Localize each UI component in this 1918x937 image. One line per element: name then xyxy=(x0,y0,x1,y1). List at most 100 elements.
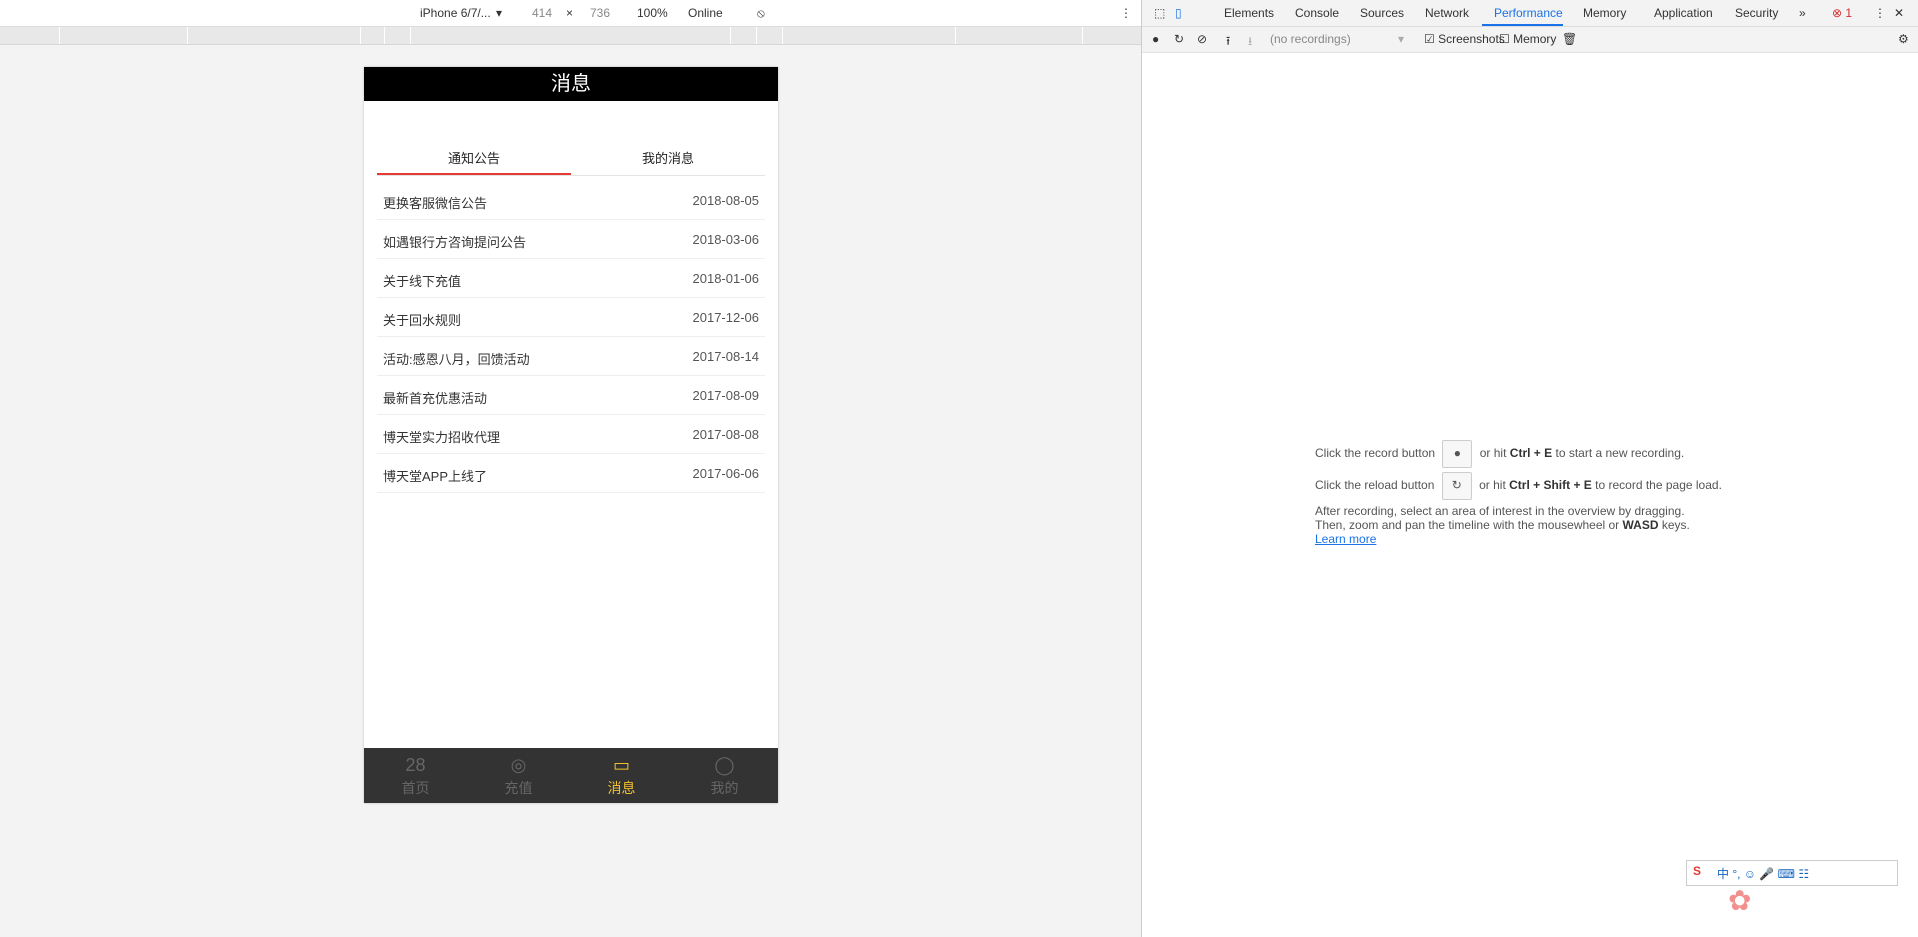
item-title: 博天堂APP上线了 xyxy=(383,469,488,484)
tab-bar: 通知公告 我的消息 xyxy=(377,145,765,176)
chevron-down-icon[interactable]: ▾ xyxy=(1398,32,1404,46)
nav-home[interactable]: 28 首页 xyxy=(364,754,467,798)
gear-icon[interactable]: ⚙ xyxy=(1898,32,1909,46)
instruction-text: Click the reload button xyxy=(1315,478,1435,493)
more-options-icon[interactable]: ⋮ xyxy=(1874,6,1886,20)
ime-toolbar[interactable]: S 中 °, ☺ 🎤 ⌨ ☷ xyxy=(1686,860,1898,886)
record-icon[interactable]: ● xyxy=(1152,32,1159,46)
device-toggle-icon[interactable]: ▯ xyxy=(1175,6,1182,20)
ime-mode-icon[interactable]: 中 °, ☺ 🎤 ⌨ ☷ xyxy=(1717,865,1809,882)
performance-toolbar: ● ↻ ⊘ ⭱ ⭳ (no recordings) ▾ ☑ Screenshot… xyxy=(1142,27,1918,53)
item-date: 2017-12-06 xyxy=(692,310,760,325)
ruler-tick xyxy=(782,27,783,44)
rotate-icon[interactable]: ⦸ xyxy=(757,6,765,21)
width-field[interactable]: 414 xyxy=(532,6,552,20)
item-date: 2017-06-06 xyxy=(692,466,760,481)
instruction-text: Then, zoom and pan the timeline with the… xyxy=(1315,518,1620,532)
nav-messages[interactable]: ▭ 消息 xyxy=(570,754,673,798)
tab-my-messages[interactable]: 我的消息 xyxy=(571,145,765,173)
ruler-tick xyxy=(360,27,361,44)
nav-recharge[interactable]: ◎ 充值 xyxy=(467,754,570,798)
ruler-tick xyxy=(756,27,757,44)
instruction-overview: After recording, select an area of inter… xyxy=(1315,504,1685,518)
item-title: 关于线下充值 xyxy=(383,274,462,289)
ruler-tick xyxy=(187,27,188,44)
recharge-icon: ◎ xyxy=(510,755,527,775)
item-date: 2017-08-09 xyxy=(692,388,760,403)
clear-icon[interactable]: ⊘ xyxy=(1197,32,1207,46)
tab-notices[interactable]: 通知公告 xyxy=(377,145,571,175)
dropdown-arrow-icon[interactable]: ▾ xyxy=(496,6,502,20)
nav-label: 消息 xyxy=(607,780,636,796)
ruler-tick xyxy=(59,27,60,44)
instruction-text: or hit xyxy=(1479,478,1506,493)
active-tab-underline xyxy=(1482,24,1563,26)
error-count: 1 xyxy=(1845,6,1853,20)
nav-label: 充值 xyxy=(504,780,533,796)
item-date: 2017-08-08 xyxy=(692,427,760,442)
watermark-logo: ✿ xyxy=(1728,885,1752,916)
trash-icon[interactable]: 🗑 xyxy=(1562,32,1577,46)
instruction-zoom: Then, zoom and pan the timeline with the… xyxy=(1315,518,1775,532)
item-title: 博天堂实力招收代理 xyxy=(383,430,501,445)
list-item[interactable]: 活动:感恩八月，回馈活动 2017-08-14 xyxy=(377,337,765,376)
inspect-icon[interactable]: ⬚ xyxy=(1154,6,1165,20)
memory-checkbox[interactable]: ☐ Memory xyxy=(1499,32,1556,46)
download-icon[interactable]: ⭳ xyxy=(1248,32,1252,53)
item-date: 2018-01-06 xyxy=(692,271,760,286)
shortcut-keys: Ctrl + E xyxy=(1509,446,1553,461)
zoom-select[interactable]: 100% xyxy=(637,6,668,20)
list-item[interactable]: 博天堂APP上线了 2017-06-06 xyxy=(377,454,765,493)
memory-label: Memory xyxy=(1513,32,1557,46)
tab-security[interactable]: Security xyxy=(1735,6,1778,20)
instruction-text: keys. xyxy=(1661,518,1690,532)
nav-profile[interactable]: ◯ 我的 xyxy=(673,754,776,798)
record-button[interactable]: ● xyxy=(1442,440,1473,468)
tab-memory[interactable]: Memory xyxy=(1583,6,1626,20)
nav-label: 我的 xyxy=(710,780,739,796)
item-date: 2017-08-14 xyxy=(692,349,760,364)
tab-network[interactable]: Network xyxy=(1425,6,1469,20)
height-field[interactable]: 736 xyxy=(590,6,610,20)
list-item[interactable]: 更换客服微信公告 2018-08-05 xyxy=(377,181,765,220)
list-item[interactable]: 如遇银行方咨询提问公告 2018-03-06 xyxy=(377,220,765,259)
tab-performance[interactable]: Performance xyxy=(1494,6,1563,20)
tab-console[interactable]: Console xyxy=(1295,6,1339,20)
sogou-icon[interactable]: S xyxy=(1693,864,1701,878)
ruler-tick xyxy=(1082,27,1083,44)
dimension-separator: × xyxy=(566,6,574,20)
ruler-tick xyxy=(730,27,731,44)
more-options-icon[interactable]: ⋮ xyxy=(1120,6,1132,20)
error-badge[interactable]: ⊗ 1 xyxy=(1832,6,1852,20)
instruction-reload: Click the reload button ↻ or hit Ctrl + … xyxy=(1315,472,1775,504)
list-item[interactable]: 最新首充优惠活动 2017-08-09 xyxy=(377,376,765,415)
item-title: 更换客服微信公告 xyxy=(383,196,488,211)
device-select[interactable]: iPhone 6/7/... xyxy=(420,6,491,20)
item-title: 最新首充优惠活动 xyxy=(383,391,488,406)
tab-sources[interactable]: Sources xyxy=(1360,6,1404,20)
recordings-select[interactable]: (no recordings) xyxy=(1270,32,1351,46)
item-date: 2018-08-05 xyxy=(692,193,760,208)
screenshots-checkbox[interactable]: ☑ Screenshots xyxy=(1424,32,1505,46)
screenshots-label: Screenshots xyxy=(1438,32,1505,46)
more-tabs-icon[interactable]: » xyxy=(1799,6,1806,20)
item-title: 关于回水规则 xyxy=(383,313,462,328)
reload-button[interactable]: ↻ xyxy=(1441,472,1472,500)
list-item[interactable]: 博天堂实力招收代理 2017-08-08 xyxy=(377,415,765,454)
close-icon[interactable]: ✕ xyxy=(1894,6,1904,20)
instruction-record: Click the record button ● or hit Ctrl + … xyxy=(1315,440,1775,472)
reload-icon[interactable]: ↻ xyxy=(1174,32,1184,46)
tab-application[interactable]: Application xyxy=(1654,6,1713,20)
instruction-text: to start a new recording. xyxy=(1555,446,1685,461)
tab-elements[interactable]: Elements xyxy=(1224,6,1274,20)
list-item[interactable]: 关于回水规则 2017-12-06 xyxy=(377,298,765,337)
notice-list: 更换客服微信公告 2018-08-05 如遇银行方咨询提问公告 2018-03-06… xyxy=(377,181,765,493)
learn-more-link[interactable]: Learn more xyxy=(1315,532,1376,546)
device-viewport-area: iPhone 6/7/... ▾ 414 × 736 100% Online ⦸… xyxy=(0,0,1141,937)
throttle-select[interactable]: Online xyxy=(688,6,723,20)
page-title: 消息 xyxy=(364,67,778,101)
message-icon: ▭ xyxy=(612,755,630,775)
upload-icon[interactable]: ⭱ xyxy=(1226,32,1230,53)
list-item[interactable]: 关于线下充值 2018-01-06 xyxy=(377,259,765,298)
devtools-tab-bar: ⬚ ▯ Elements Console Sources Network Per… xyxy=(1142,0,1918,27)
